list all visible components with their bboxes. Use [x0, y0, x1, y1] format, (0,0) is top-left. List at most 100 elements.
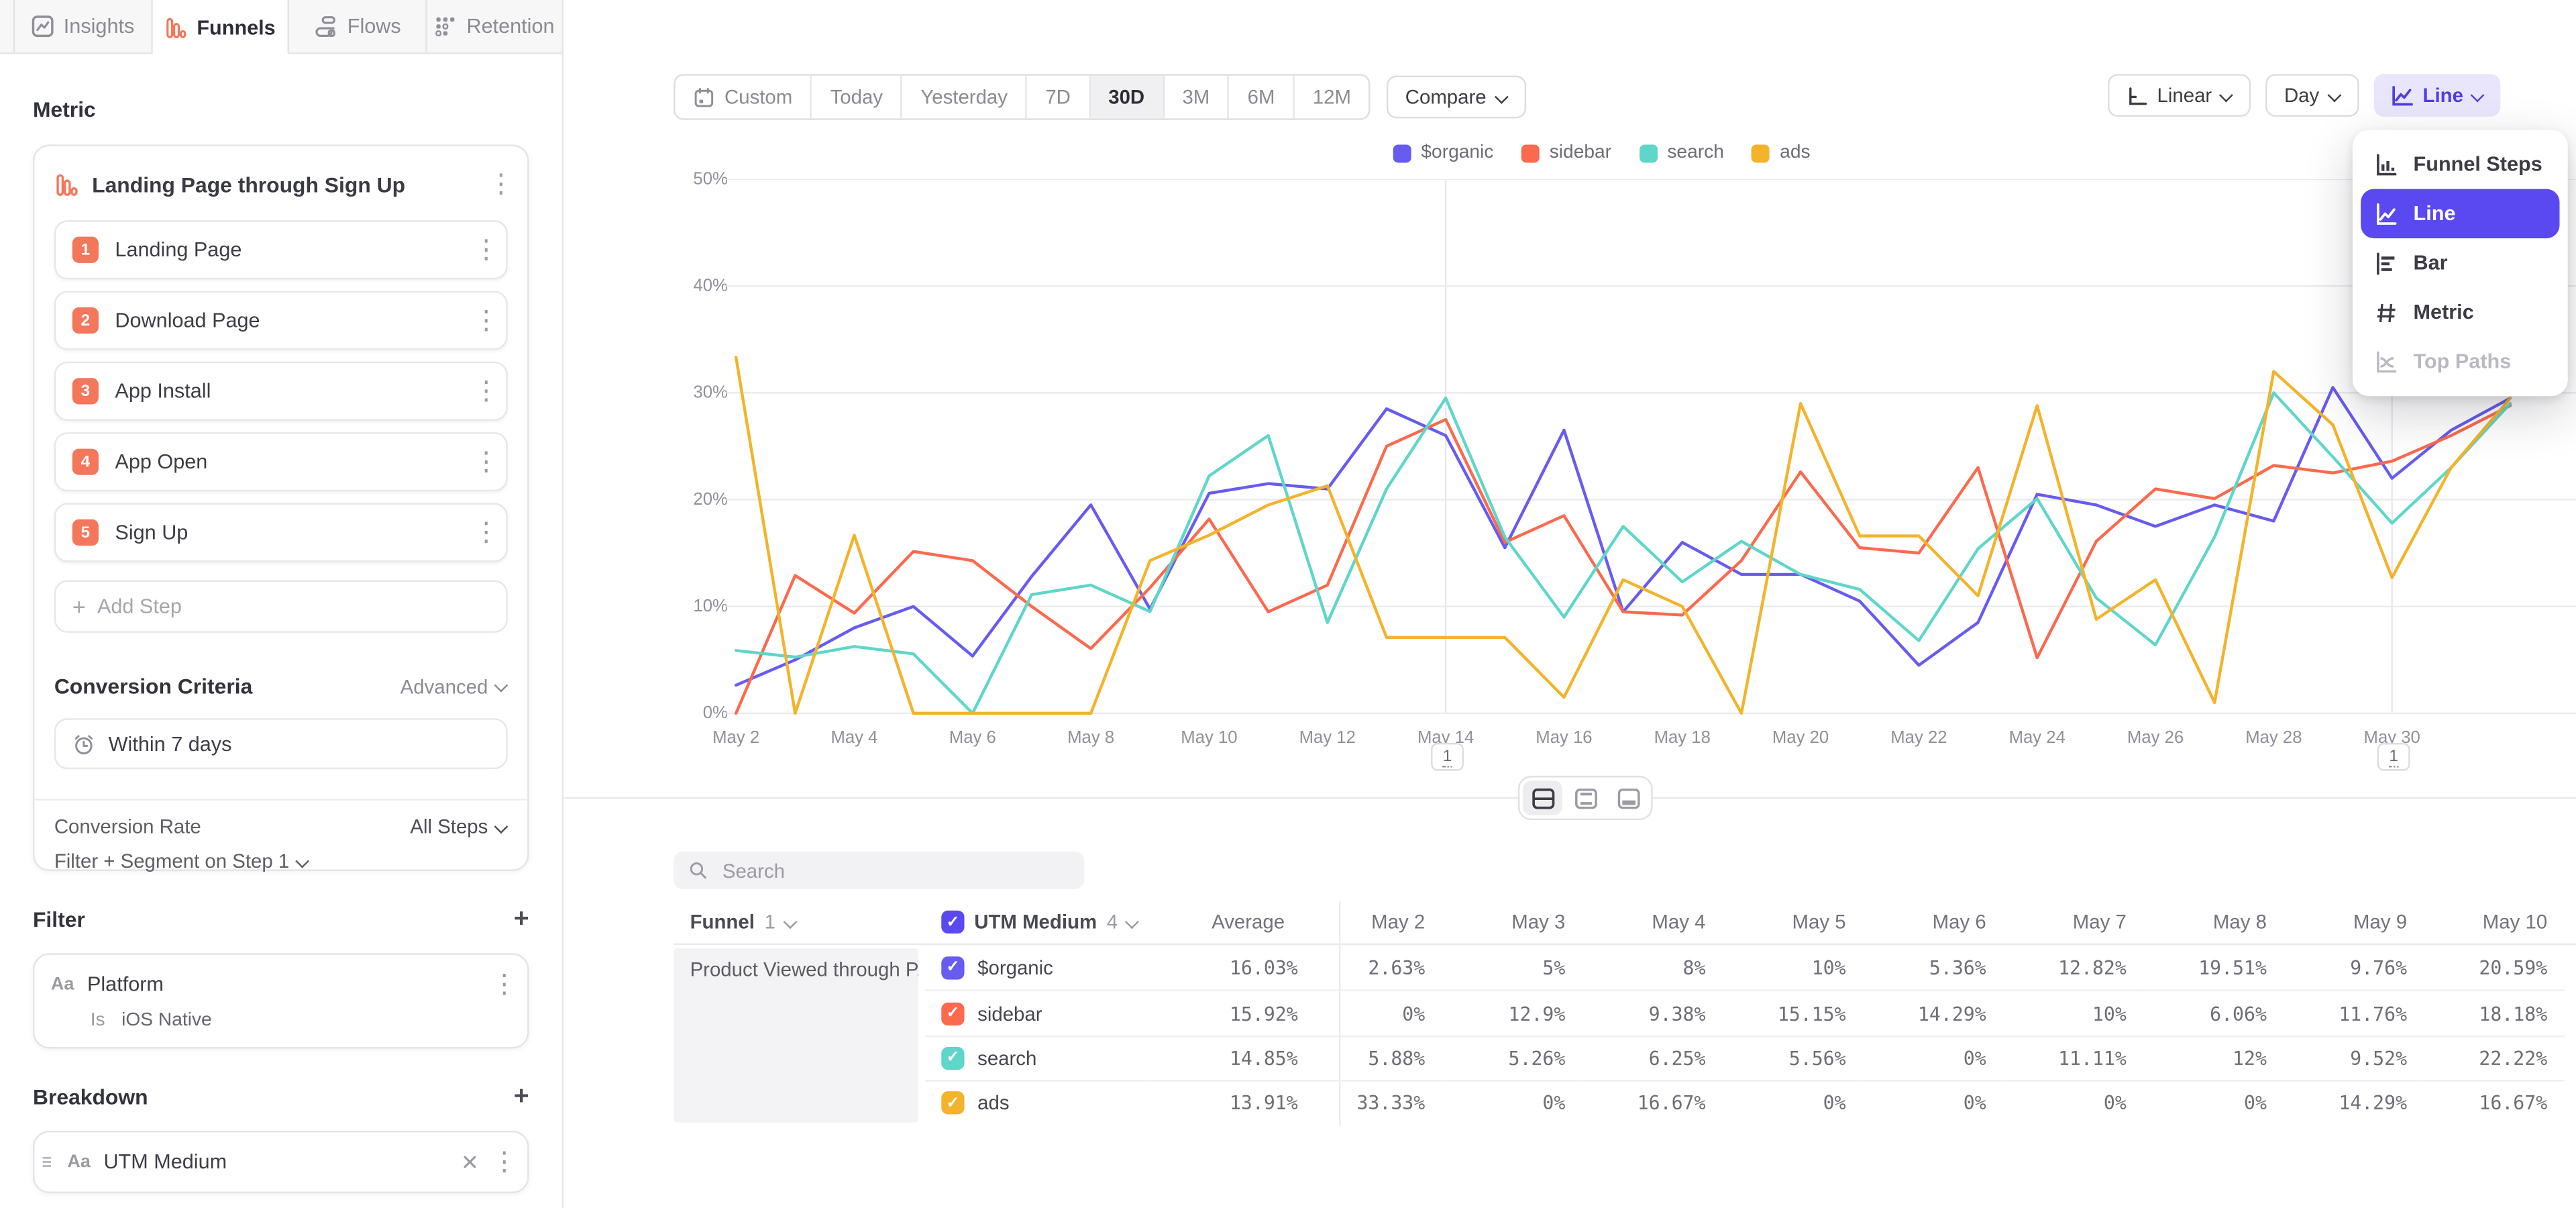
- svg-text:May 16: May 16: [1536, 728, 1592, 747]
- tab-insights[interactable]: Insights: [13, 0, 152, 52]
- filter-value[interactable]: iOS Native: [121, 1011, 212, 1030]
- advanced-dropdown[interactable]: Advanced: [400, 674, 508, 697]
- filter-heading: Filter: [33, 907, 85, 932]
- more-icon[interactable]: ⋮: [491, 968, 511, 1001]
- day-column-header[interactable]: May 7: [2002, 911, 2143, 934]
- legend-item-ads[interactable]: ads: [1752, 143, 1811, 162]
- line-chart[interactable]: May 2May 4May 6May 8May 10May 12May 14Ma…: [670, 179, 2576, 784]
- funnel-column-header[interactable]: Funnel1: [674, 911, 925, 934]
- funnel-step-5[interactable]: 5 Sign Up ⋮: [54, 503, 508, 562]
- svg-text:May 10: May 10: [1181, 728, 1237, 747]
- svg-text:May 18: May 18: [1654, 728, 1711, 747]
- layout-chart-toggle[interactable]: [1566, 781, 1605, 815]
- search-input[interactable]: [719, 857, 1069, 883]
- search-icon: [688, 860, 708, 881]
- tab-retention[interactable]: Retention: [427, 0, 564, 52]
- more-icon[interactable]: ⋮: [473, 446, 492, 479]
- metric-icon: [2374, 300, 2399, 325]
- funnel-step-4[interactable]: 4 App Open ⋮: [54, 432, 508, 491]
- all-steps-dropdown[interactable]: All Steps: [410, 815, 507, 838]
- menu-item-top-paths[interactable]: Top Paths: [2361, 337, 2559, 386]
- more-icon[interactable]: ⋮: [473, 374, 492, 407]
- tab-label: Insights: [64, 15, 135, 38]
- more-icon[interactable]: ⋮: [473, 304, 492, 337]
- row-checkbox[interactable]: ✓: [941, 1047, 964, 1070]
- annotation-badge[interactable]: 1: [1431, 743, 1464, 771]
- conversion-window[interactable]: Within 7 days: [54, 718, 508, 769]
- range-30d[interactable]: 30D: [1090, 76, 1164, 119]
- average-column-header[interactable]: Average: [1150, 911, 1301, 934]
- table-row-sidebar[interactable]: ✓sidebar: [925, 990, 1150, 1035]
- day-column-header[interactable]: May 6: [1862, 911, 2002, 934]
- funnel-group-cell[interactable]: Product Viewed through P...: [674, 948, 918, 1122]
- svg-text:May 8: May 8: [1067, 728, 1114, 747]
- granularity-dropdown[interactable]: Day: [2266, 74, 2359, 117]
- svg-text:May 12: May 12: [1299, 728, 1356, 747]
- layout-split-toggle[interactable]: [1523, 781, 1562, 815]
- more-icon[interactable]: ⋮: [491, 1146, 511, 1178]
- row-checkbox[interactable]: ✓: [941, 956, 964, 979]
- layout-split-icon: [1530, 787, 1555, 809]
- row-checkbox[interactable]: ✓: [941, 1002, 964, 1025]
- more-icon[interactable]: ⋮: [473, 516, 492, 549]
- scale-dropdown[interactable]: Linear: [2108, 74, 2251, 117]
- range-today[interactable]: Today: [812, 76, 903, 119]
- tab-flows[interactable]: Flows: [289, 0, 426, 52]
- add-step-button[interactable]: + Add Step: [54, 580, 508, 632]
- range-7d[interactable]: 7D: [1027, 76, 1090, 119]
- chevron-down-icon: [2473, 87, 2485, 98]
- funnel-name: Landing Page through Sign Up: [92, 172, 475, 197]
- legend-item-search[interactable]: search: [1640, 143, 1724, 162]
- menu-item-metric[interactable]: Metric: [2361, 288, 2559, 337]
- drag-handle-icon[interactable]: [41, 1154, 54, 1170]
- menu-item-bar[interactable]: Bar: [2361, 238, 2559, 287]
- compare-button[interactable]: Compare: [1387, 76, 1526, 119]
- filter-segment-dropdown[interactable]: Filter + Segment on Step 1: [54, 850, 309, 872]
- day-column-header[interactable]: May 10: [2424, 911, 2564, 934]
- day-column-header[interactable]: May 8: [2143, 911, 2283, 934]
- step-number-badge: 5: [72, 519, 99, 546]
- filter-card[interactable]: Aa Platform ⋮ Is iOS Native: [33, 953, 529, 1048]
- range-6m[interactable]: 6M: [1230, 76, 1295, 119]
- table-row-organic[interactable]: ✓$organic: [925, 945, 1150, 990]
- day-column-header[interactable]: May 3: [1442, 911, 1582, 934]
- day-column-header[interactable]: May 9: [2283, 911, 2423, 934]
- range-custom[interactable]: Custom: [676, 76, 812, 119]
- menu-item-line[interactable]: Line: [2361, 189, 2559, 238]
- funnel-metric-icon: [54, 172, 79, 197]
- add-filter-button[interactable]: +: [514, 911, 529, 927]
- calendar-icon: [693, 87, 714, 108]
- breakdown-card[interactable]: Aa UTM Medium ⋮: [33, 1131, 529, 1193]
- chart-type-dropdown[interactable]: Line: [2373, 74, 2501, 117]
- chevron-down-icon: [1496, 88, 1507, 99]
- range-yesterday[interactable]: Yesterday: [902, 76, 1027, 119]
- menu-item-funnel-steps[interactable]: Funnel Steps: [2361, 140, 2559, 189]
- close-icon[interactable]: [462, 1154, 478, 1170]
- legend-item-sidebar[interactable]: sidebar: [1521, 143, 1611, 162]
- filter-operator[interactable]: Is: [91, 1011, 105, 1030]
- funnel-step-3[interactable]: 3 App Install ⋮: [54, 362, 508, 421]
- tab-funnels[interactable]: Funnels: [152, 0, 289, 56]
- svg-text:May 22: May 22: [1890, 728, 1947, 747]
- funnel-step-2[interactable]: 2 Download Page ⋮: [54, 291, 508, 350]
- table-search[interactable]: [674, 852, 1084, 889]
- funnel-step-1[interactable]: 1 Landing Page ⋮: [54, 220, 508, 279]
- chevron-down-icon: [1128, 913, 1139, 924]
- table-row-search[interactable]: ✓search: [925, 1035, 1150, 1080]
- range-12m[interactable]: 12M: [1295, 76, 1369, 119]
- breakdown-column-header[interactable]: ✓ UTM Medium4: [925, 911, 1150, 934]
- add-breakdown-button[interactable]: +: [514, 1089, 529, 1105]
- annotation-badge[interactable]: 1: [2377, 743, 2410, 771]
- row-checkbox[interactable]: ✓: [941, 1092, 964, 1115]
- day-column-header[interactable]: May 4: [1582, 911, 1722, 934]
- legend-swatch: [1752, 144, 1770, 162]
- more-icon[interactable]: ⋮: [488, 168, 507, 201]
- more-icon[interactable]: ⋮: [473, 234, 492, 266]
- day-column-header[interactable]: May 2: [1301, 911, 1442, 934]
- range-3m[interactable]: 3M: [1165, 76, 1230, 119]
- select-all-checkbox[interactable]: ✓: [941, 911, 964, 934]
- legend-item-organic[interactable]: $organic: [1393, 143, 1494, 162]
- table-row-ads[interactable]: ✓ads: [925, 1080, 1150, 1125]
- layout-table-toggle[interactable]: [1609, 781, 1648, 815]
- day-column-header[interactable]: May 5: [1722, 911, 1862, 934]
